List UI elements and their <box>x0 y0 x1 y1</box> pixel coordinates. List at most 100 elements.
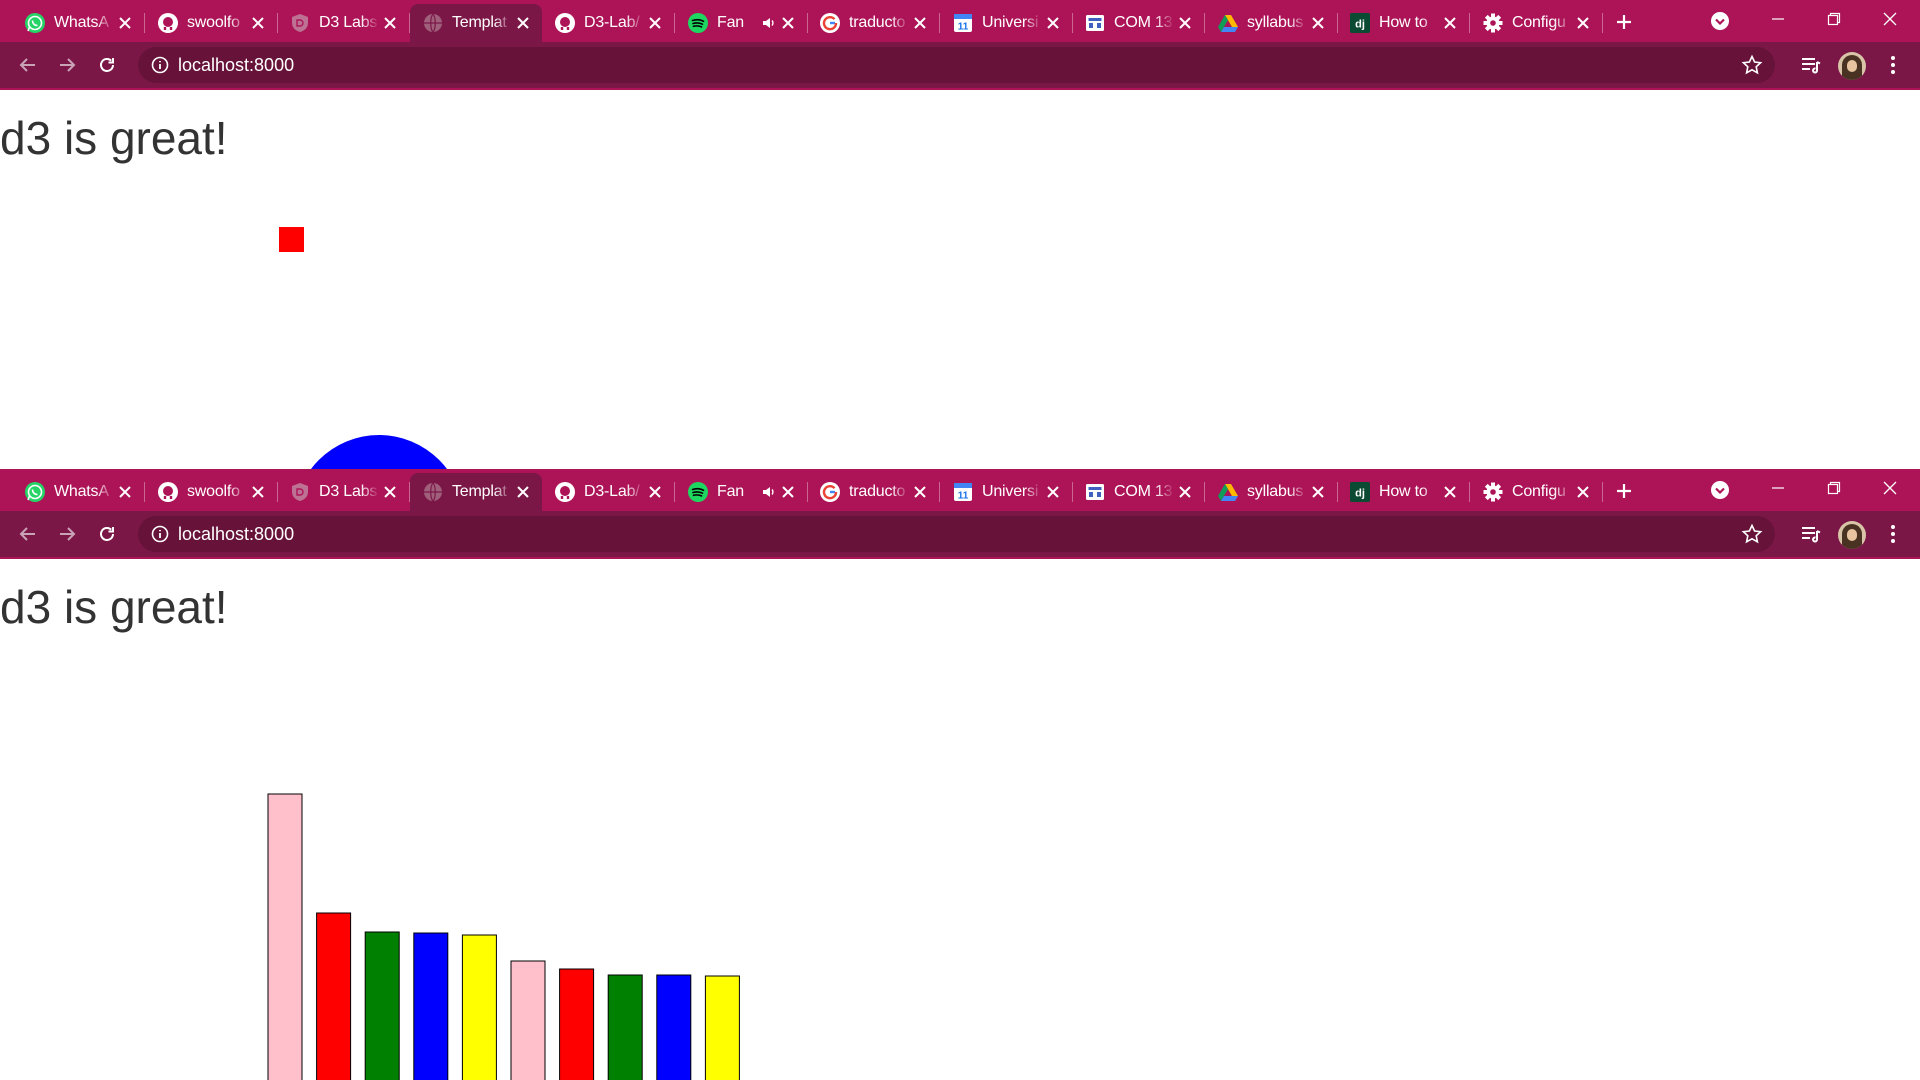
bar-8 <box>607 974 643 1080</box>
tab-search-button[interactable] <box>1708 478 1732 502</box>
menu-button[interactable] <box>1879 520 1907 548</box>
close-tab-icon[interactable] <box>1307 12 1329 34</box>
browser-tab[interactable]: D3 Labs <box>277 4 410 42</box>
browser-tab[interactable]: syllabus <box>1205 4 1338 42</box>
browser-tab[interactable]: 11 Universi <box>940 4 1073 42</box>
close-tab-icon[interactable] <box>1439 481 1461 503</box>
profile-avatar[interactable] <box>1838 521 1866 549</box>
tab-title: traducto <box>849 14 906 31</box>
reload-button[interactable] <box>91 49 123 81</box>
kebab-menu-icon <box>1891 525 1895 543</box>
info-icon[interactable] <box>150 524 170 544</box>
bookmark-star-icon[interactable] <box>1741 54 1763 76</box>
d3-shield-icon <box>289 12 311 34</box>
forward-button[interactable] <box>51 518 83 550</box>
browser-tab[interactable]: COM 13 <box>1072 4 1205 42</box>
back-button[interactable] <box>12 49 44 81</box>
close-tab-icon[interactable] <box>512 12 534 34</box>
tab-separator <box>1602 13 1603 33</box>
close-tab-icon[interactable] <box>1174 481 1196 503</box>
close-tab-icon[interactable] <box>777 12 799 34</box>
close-tab-icon[interactable] <box>909 481 931 503</box>
back-button[interactable] <box>12 518 44 550</box>
classroom-icon <box>1084 481 1106 503</box>
browser-tab[interactable]: swoolfo <box>145 4 278 42</box>
browser-tab[interactable]: Configu <box>1470 473 1603 511</box>
browser-tab[interactable]: Configu <box>1470 4 1603 42</box>
bar-9 <box>656 974 692 1080</box>
svg-text:dj: dj <box>1355 19 1365 31</box>
minimize-button[interactable] <box>1750 0 1806 38</box>
close-tab-icon[interactable] <box>1174 12 1196 34</box>
close-window-button[interactable] <box>1862 469 1918 507</box>
close-tab-icon[interactable] <box>512 481 534 503</box>
browser-tab[interactable]: WhatsA <box>12 4 145 42</box>
browser-tab[interactable]: Templat <box>410 473 542 511</box>
new-tab-button[interactable] <box>1610 477 1638 505</box>
tab-title: D3-Lab/ <box>584 483 640 500</box>
close-tab-icon[interactable] <box>1042 481 1064 503</box>
browser-tab[interactable]: D3-Lab/ <box>542 4 675 42</box>
restore-button[interactable] <box>1806 0 1862 38</box>
browser-tab[interactable]: D3 Labs <box>277 473 410 511</box>
tab-title: How to <box>1379 14 1428 31</box>
tab-title: Universi <box>982 14 1039 31</box>
url-text[interactable]: localhost:8000 <box>178 524 294 544</box>
address-bar[interactable]: localhost:8000 <box>138 47 1775 83</box>
browser-tab[interactable]: 11 Universi <box>940 473 1073 511</box>
audio-playing-icon[interactable] <box>761 15 777 31</box>
audio-playing-icon[interactable] <box>761 484 777 500</box>
minimize-button[interactable] <box>1750 469 1806 507</box>
url-text[interactable]: localhost:8000 <box>178 55 294 75</box>
close-tab-icon[interactable] <box>1307 481 1329 503</box>
browser-tab[interactable]: Fan <box>675 473 808 511</box>
browser-tab[interactable]: dj How to <box>1337 4 1470 42</box>
address-bar[interactable]: localhost:8000 <box>138 516 1775 552</box>
close-tab-icon[interactable] <box>114 481 136 503</box>
close-tab-icon[interactable] <box>644 481 666 503</box>
close-tab-icon[interactable] <box>247 12 269 34</box>
tab-title: Configu <box>1512 14 1566 31</box>
close-tab-icon[interactable] <box>1572 12 1594 34</box>
bookmark-star-icon[interactable] <box>1741 523 1763 545</box>
close-tab-icon[interactable] <box>1439 12 1461 34</box>
info-icon[interactable] <box>150 55 170 75</box>
browser-tab[interactable]: COM 13 <box>1072 473 1205 511</box>
browser-tab[interactable]: Templat <box>410 4 542 42</box>
menu-button[interactable] <box>1879 51 1907 79</box>
spotify-icon <box>687 12 709 34</box>
browser-tab[interactable]: traducto <box>807 4 940 42</box>
tab-search-button[interactable] <box>1708 9 1732 33</box>
reading-list-button[interactable] <box>1797 51 1825 79</box>
close-tab-icon[interactable] <box>247 481 269 503</box>
reload-icon <box>100 58 114 72</box>
tab-title: Templat <box>452 483 507 500</box>
close-tab-icon[interactable] <box>114 12 136 34</box>
close-tab-icon[interactable] <box>777 481 799 503</box>
close-tab-icon[interactable] <box>909 12 931 34</box>
reading-list-button[interactable] <box>1797 520 1825 548</box>
close-icon <box>1883 481 1897 495</box>
close-tab-icon[interactable] <box>379 481 401 503</box>
browser-tab[interactable]: syllabus <box>1205 473 1338 511</box>
restore-button[interactable] <box>1806 469 1862 507</box>
browser-tab[interactable]: dj How to <box>1337 473 1470 511</box>
forward-button[interactable] <box>51 49 83 81</box>
reload-button[interactable] <box>91 518 123 550</box>
close-window-button[interactable] <box>1862 0 1918 38</box>
browser-tab[interactable]: traducto <box>807 473 940 511</box>
new-tab-button[interactable] <box>1610 8 1638 36</box>
classroom-icon <box>1084 12 1106 34</box>
browser-tab[interactable]: D3-Lab/ <box>542 473 675 511</box>
close-tab-icon[interactable] <box>644 12 666 34</box>
profile-avatar[interactable] <box>1838 52 1866 80</box>
browser-tab[interactable]: swoolfo <box>145 473 278 511</box>
tab-title: How to <box>1379 483 1428 500</box>
close-tab-icon[interactable] <box>1042 12 1064 34</box>
arrow-left-icon <box>19 527 35 541</box>
close-tab-icon[interactable] <box>379 12 401 34</box>
browser-tab[interactable]: Fan <box>675 4 808 42</box>
close-tab-icon[interactable] <box>1572 481 1594 503</box>
minimize-icon <box>1772 18 1784 20</box>
browser-tab[interactable]: WhatsA <box>12 473 145 511</box>
